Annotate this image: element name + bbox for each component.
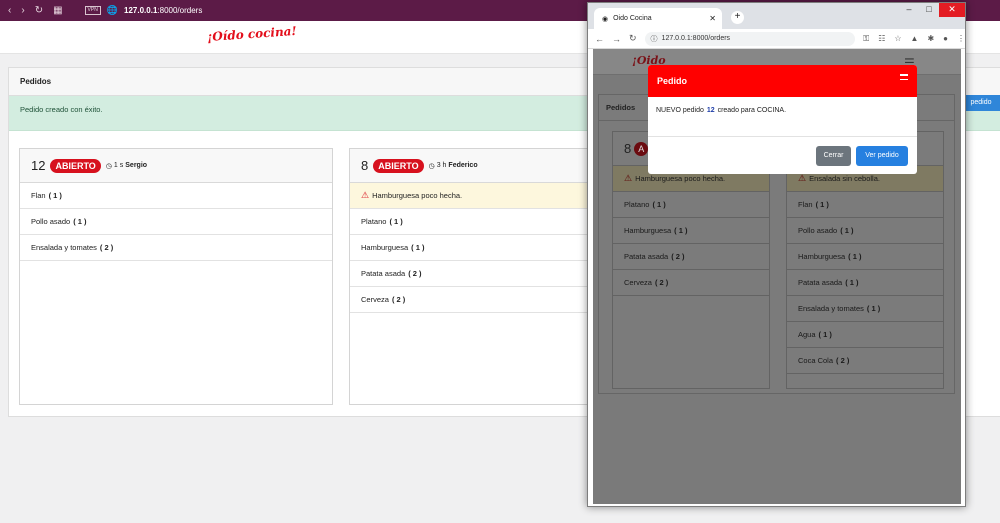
order-card-header: 12 ABIERTO ◷ 1 s Sergio: [20, 149, 332, 183]
order-user: Federico: [448, 162, 478, 169]
popup-page-overlay: ¡Oido ☰ Pedidos 8 A ⚠ Hamburguesa poco he…: [593, 49, 961, 504]
order-number: 8: [361, 158, 369, 173]
status-badge: ABIERTO: [373, 158, 424, 173]
back-icon[interactable]: ←: [595, 34, 604, 44]
site-icon: ◉: [602, 15, 609, 23]
close-button[interactable]: Cerrar: [816, 145, 851, 166]
vpn-badge[interactable]: VPN: [84, 6, 101, 15]
close-tab-icon[interactable]: ✕: [709, 14, 716, 23]
globe-icon: 🌐: [106, 5, 119, 15]
popup-tabstrip: ◉ Oido Cocina ✕ + – □ ✕: [588, 3, 965, 29]
order-item: Hamburguesa( 1 ): [787, 244, 943, 270]
warning-icon: ⚠: [361, 190, 370, 200]
modal-header: Pedido: [648, 65, 917, 97]
order-item[interactable]: Hamburguesa( 1 ): [350, 235, 589, 261]
order-item: Agua( 1 ): [787, 322, 943, 348]
order-item: Hamburguesa( 1 ): [613, 218, 769, 244]
warning-icon: ⚠: [798, 173, 807, 183]
tab-title: Oido Cocina: [613, 15, 652, 22]
order-number-link[interactable]: 12: [707, 107, 715, 114]
order-item: Flan( 1 ): [787, 192, 943, 218]
popup-toolbar: ← → ↻ ⓘ 127.0.0.1:8000/orders ⚿ ☷ ☆ ▲ ✱ …: [588, 29, 965, 49]
new-order-modal: Pedido NUEVO pedido 12 creado para COCIN…: [648, 65, 917, 174]
popup-tab[interactable]: ◉ Oido Cocina ✕: [594, 8, 722, 29]
address-bar[interactable]: 127.0.0.1:8000/orders: [124, 6, 202, 15]
key-icon[interactable]: ⚿: [863, 34, 869, 44]
star-icon[interactable]: ☆: [894, 34, 901, 44]
order-card-8: 8 ABIERTO ◷ 3 h Federico ⚠ Hamburguesa po…: [349, 148, 589, 405]
status-badge: ABIERTO: [50, 158, 101, 173]
translate-icon[interactable]: ☷: [878, 34, 885, 44]
order-item: Platano( 1 ): [613, 192, 769, 218]
new-order-button[interactable]: pedido: [962, 95, 1000, 111]
window-controls: – □ ✕: [899, 3, 965, 17]
order-user: Sergio: [125, 162, 148, 169]
elapsed-time: ◷ 3 h Federico: [428, 162, 478, 170]
order-item[interactable]: Flan( 1 ): [20, 183, 332, 209]
clock-icon: ◷: [105, 162, 112, 170]
minimize-modal-icon[interactable]: [900, 74, 908, 80]
popup-browser-window: ◉ Oido Cocina ✕ + – □ ✕ ← → ↻ ⓘ 127.0.0.…: [587, 2, 966, 507]
order-item: Coca Cola( 2 ): [787, 348, 943, 374]
profile-icon[interactable]: ●: [943, 34, 948, 44]
info-icon[interactable]: ⓘ: [651, 34, 658, 44]
clock-icon: ◷: [428, 162, 435, 170]
order-item: Ensalada y tomates( 1 ): [787, 296, 943, 322]
order-item: Cerveza( 2 ): [613, 270, 769, 296]
status-badge: A: [634, 141, 649, 156]
modal-body: NUEVO pedido 12 creado para COCINA.: [648, 97, 917, 137]
forward-icon[interactable]: →: [612, 34, 621, 44]
order-number: 12: [31, 158, 46, 173]
drive-icon[interactable]: ▲: [911, 34, 919, 44]
order-item: Patata asada( 1 ): [787, 270, 943, 296]
extensions-icon[interactable]: ✱: [927, 34, 934, 44]
tabs-grid-icon[interactable]: ▦: [53, 5, 62, 16]
maximize-icon[interactable]: □: [919, 3, 939, 17]
new-tab-icon[interactable]: +: [731, 11, 744, 24]
order-note: ⚠ Hamburguesa poco hecha.: [350, 183, 589, 209]
order-item[interactable]: Cerveza( 2 ): [350, 287, 589, 313]
order-item: Pollo asado( 1 ): [787, 218, 943, 244]
app-logo[interactable]: ¡Oído cocina!: [207, 24, 298, 44]
minimize-icon[interactable]: –: [899, 3, 919, 17]
order-item[interactable]: Platano( 1 ): [350, 209, 589, 235]
forward-icon[interactable]: ›: [21, 5, 24, 16]
order-card-12: 12 ABIERTO ◷ 1 s Sergio Flan( 1 ) Pollo …: [19, 148, 333, 405]
view-order-button[interactable]: Ver pedido: [856, 145, 908, 166]
order-item: Patata asada( 2 ): [613, 244, 769, 270]
reload-icon[interactable]: ↻: [35, 5, 43, 16]
elapsed-time: ◷ 1 s Sergio: [105, 162, 148, 170]
modal-footer: Cerrar Ver pedido: [648, 137, 917, 174]
back-icon[interactable]: ‹: [8, 5, 11, 16]
order-item[interactable]: Patata asada( 2 ): [350, 261, 589, 287]
reload-icon[interactable]: ↻: [629, 33, 637, 44]
order-card-header: 8 ABIERTO ◷ 3 h Federico: [350, 149, 589, 183]
window-close-icon[interactable]: ✕: [939, 3, 965, 17]
order-item[interactable]: Ensalada y tomates( 2 ): [20, 235, 332, 261]
order-number: 8: [624, 141, 632, 156]
address-bar[interactable]: ⓘ 127.0.0.1:8000/orders: [644, 31, 856, 46]
order-item[interactable]: Pollo asado( 1 ): [20, 209, 332, 235]
modal-title: Pedido: [657, 76, 688, 86]
warning-icon: ⚠: [624, 173, 633, 183]
menu-icon[interactable]: ⋮: [957, 34, 965, 44]
